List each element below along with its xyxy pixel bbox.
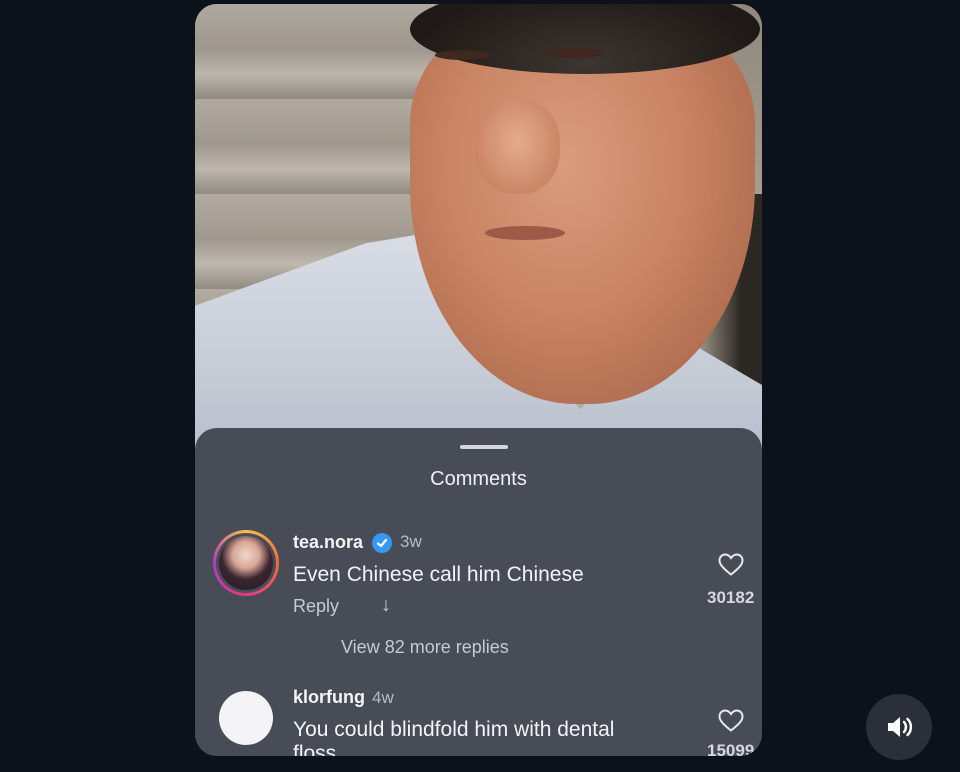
comment-text: You could blindfold him with dental bbox=[293, 718, 615, 741]
drag-handle[interactable] bbox=[460, 445, 508, 449]
comment-username[interactable]: klorfung bbox=[293, 687, 365, 708]
heart-icon[interactable] bbox=[718, 553, 744, 582]
comment-text-line2: floss bbox=[293, 742, 337, 756]
sound-toggle-button[interactable] bbox=[866, 694, 932, 760]
avatar[interactable] bbox=[213, 530, 279, 596]
comment-time: 3w bbox=[400, 532, 422, 551]
nose bbox=[475, 99, 560, 194]
reply-button[interactable]: Reply bbox=[293, 596, 339, 617]
comments-sheet: Comments tea.nora 3w Even Chinese call h… bbox=[195, 428, 762, 756]
video-post: Comments tea.nora 3w Even Chinese call h… bbox=[195, 4, 762, 756]
left-eye bbox=[435, 50, 490, 60]
like-count: 30182 bbox=[707, 588, 755, 607]
right-eye bbox=[545, 48, 605, 58]
mouth bbox=[485, 226, 565, 240]
comment-username[interactable]: tea.nora bbox=[293, 532, 363, 553]
video-frame[interactable] bbox=[195, 4, 762, 464]
translate-arrow-icon[interactable]: ↓ bbox=[381, 594, 391, 617]
comment-text: Even Chinese call him Chinese bbox=[293, 563, 584, 586]
sheet-title: Comments bbox=[430, 468, 527, 490]
comment-time: 4w bbox=[372, 688, 394, 707]
like-count: 15099 bbox=[707, 741, 755, 756]
avatar-photo bbox=[219, 536, 273, 590]
avatar[interactable] bbox=[219, 691, 273, 745]
view-more-replies[interactable]: View 82 more replies bbox=[341, 637, 509, 658]
verified-badge-icon bbox=[372, 533, 392, 553]
speaker-icon bbox=[888, 717, 913, 737]
heart-icon[interactable] bbox=[718, 709, 744, 738]
